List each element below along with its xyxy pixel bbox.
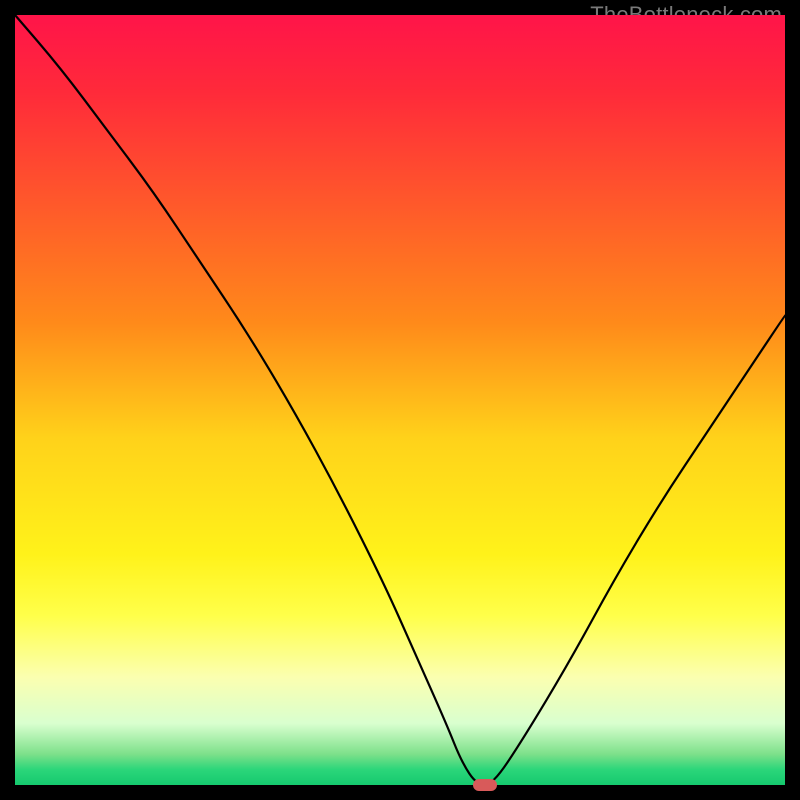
curve-svg: [15, 15, 785, 785]
bottleneck-curve: [15, 15, 785, 785]
chart-container: TheBottleneck.com: [0, 0, 800, 800]
optimal-point-marker: [473, 779, 497, 791]
